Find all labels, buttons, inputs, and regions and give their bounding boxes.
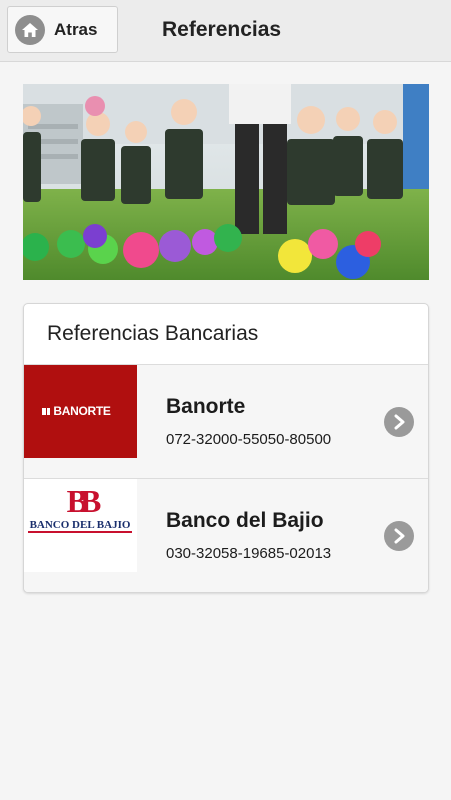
top-bar: Atras Referencias [0,0,451,62]
svg-text:BANORTE: BANORTE [53,404,111,418]
bank-account-number: 072-32000-55050-80500 [166,431,332,448]
bank-name: Banorte [166,395,246,418]
bank-references-title: Referencias Bancarias [24,304,428,365]
bank-row-banorte[interactable]: BANORTE Banorte 072-32000-55050-80500 [24,365,428,479]
bank-row-banco-del-bajio[interactable]: BB BANCO DEL BAJIO Banco del Bajio 030-3… [24,479,428,592]
chevron-right-icon[interactable] [384,521,414,551]
banorte-logo: BANORTE [24,365,137,458]
banco-del-bajio-logo: BB BANCO DEL BAJIO [24,479,137,572]
bank-account-number: 030-32058-19685-02013 [166,545,332,562]
chevron-right-icon[interactable] [384,407,414,437]
svg-text:BANCO DEL BAJIO: BANCO DEL BAJIO [30,519,131,531]
page-title: Referencias [162,18,282,41]
back-button[interactable]: Atras [7,6,118,53]
bank-name: Banco del Bajio [166,509,324,532]
bank-references-card: Referencias Bancarias BANORTE Banorte 07… [23,303,429,593]
hero-image [23,84,429,280]
back-button-label: Atras [54,19,98,39]
home-icon [15,14,45,45]
